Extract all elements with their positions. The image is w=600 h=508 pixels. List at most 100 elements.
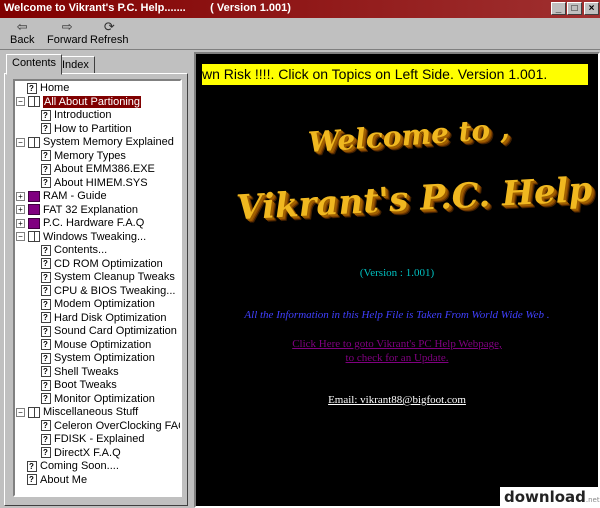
help-page-icon (41, 149, 51, 162)
tree-item[interactable]: Shell Tweaks (41, 365, 119, 379)
help-page-icon (41, 325, 51, 338)
tree-item-label: Windows Tweaking... (43, 230, 147, 243)
tree-item-label: Hard Disk Optimization (54, 311, 167, 324)
tree-item[interactable]: System Optimization (41, 352, 155, 365)
tree-item[interactable]: + FAT 32 Explanation (16, 204, 138, 217)
tree-item[interactable]: System Cleanup Tweaks (41, 271, 175, 284)
tree-item[interactable]: Celeron OverClocking FAQ (41, 419, 182, 433)
help-page-icon (41, 109, 51, 122)
expand-icon[interactable]: + (16, 205, 25, 215)
tree-item-label: P.C. Hardware F.A.Q (43, 217, 145, 229)
collapse-icon[interactable]: − (16, 137, 25, 147)
help-page-icon (41, 392, 51, 405)
refresh-button[interactable]: ⟳ Refresh (90, 19, 129, 47)
help-page-icon (41, 311, 51, 324)
tree-item-label: CPU & BIOS Tweaking... (54, 284, 176, 297)
tree-item[interactable]: Coming Soon.... (27, 460, 119, 473)
tree-item[interactable]: About EMM386.EXE (41, 163, 155, 176)
tree-item[interactable]: Hard Disk Optimization (41, 311, 167, 325)
contents-tree[interactable]: Home − All About PartioningIntroductionHow… (13, 79, 182, 497)
tree-item-label: All About Partioning (43, 95, 142, 108)
closed-book-icon (28, 190, 40, 202)
tree-item[interactable]: Boot Tweaks (41, 379, 117, 392)
tree-item[interactable]: About HIMEM.SYS (41, 176, 148, 190)
tree-item[interactable]: Modem Optimization (41, 298, 155, 311)
tree-item-label: Sound Card Optimization (54, 325, 177, 337)
tree-item[interactable]: Contents... (41, 244, 107, 257)
tab-index-label: Index (62, 59, 89, 71)
tab-contents[interactable]: Contents (6, 54, 63, 75)
tree-item-label: Memory Types (54, 149, 126, 162)
tree-item[interactable]: Home (27, 82, 69, 95)
tree-item-label: Shell Tweaks (54, 365, 119, 378)
collapse-icon[interactable]: − (16, 407, 25, 417)
tree-item-label: Modem Optimization (54, 298, 155, 310)
content-pane: wn Risk !!!!. Click on Topics on Left Si… (194, 52, 600, 508)
close-button[interactable]: × (584, 2, 599, 15)
help-page-icon (41, 419, 51, 432)
tree-item-label: Miscellaneous Stuff (43, 406, 139, 418)
tree-item[interactable]: FDISK - Explained (41, 433, 144, 446)
tree-item[interactable]: − Windows Tweaking... (16, 231, 146, 244)
help-page-icon (27, 460, 37, 473)
tree-item[interactable]: − System Memory Explained (16, 136, 174, 149)
back-label: Back (10, 34, 35, 46)
help-page-icon (27, 473, 37, 486)
help-page-icon (41, 122, 51, 135)
collapse-icon[interactable]: − (16, 232, 25, 242)
open-book-icon (28, 231, 40, 243)
tree-item[interactable]: Sound Card Optimization (41, 325, 177, 338)
app-name-heading: Vikrant's P.C. Help (235, 169, 594, 229)
tree-item-label: System Memory Explained (43, 136, 174, 148)
update-link[interactable]: to check for an Update. (196, 352, 598, 364)
help-page-icon (41, 379, 51, 392)
minimize-button[interactable]: _ (551, 2, 566, 15)
tree-item[interactable]: − All About Partioning (16, 95, 142, 109)
tree-item-label: Contents... (54, 244, 108, 256)
help-page-icon (41, 163, 51, 176)
help-page-icon (41, 257, 51, 270)
tree-item[interactable]: Memory Types (41, 149, 126, 163)
help-page-icon (41, 271, 51, 284)
tree-item-label: Home (40, 82, 70, 94)
tree-item[interactable]: + RAM - Guide (16, 190, 107, 203)
tree-item[interactable]: DirectX F.A.Q (41, 446, 121, 460)
webpage-link[interactable]: Click Here to goto Vikrant's PC Help Web… (196, 338, 598, 350)
tree-item-label: FDISK - Explained (54, 433, 145, 445)
tree-item[interactable]: CD ROM Optimization (41, 257, 163, 271)
tree-item[interactable]: Monitor Optimization (41, 392, 155, 406)
tree-item-label: DirectX F.A.Q (54, 446, 121, 459)
tree-item[interactable]: Mouse Optimization (41, 338, 151, 352)
collapse-icon[interactable]: − (16, 97, 25, 107)
toolbar: ⇦ Back ⇨ Forward ⟳ Refresh (0, 18, 600, 50)
help-page-icon (41, 352, 51, 365)
tree-item-label: FAT 32 Explanation (43, 203, 138, 216)
tree-item[interactable]: − Miscellaneous Stuff (16, 406, 138, 419)
closed-book-icon (28, 204, 40, 216)
email-link[interactable]: Email: vikrant88@bigfoot.com (196, 394, 598, 406)
help-page-icon (41, 433, 51, 446)
forward-label: Forward (47, 34, 88, 46)
navigation-pane: Contents Index Home − All About Partioning… (2, 52, 191, 508)
tree-item-label: Introduction (54, 109, 112, 121)
tree-item[interactable]: How to Partition (41, 122, 132, 136)
expand-icon[interactable]: + (16, 218, 25, 228)
back-button[interactable]: ⇦ Back (10, 20, 35, 47)
logo-text: download (504, 488, 586, 506)
forward-button[interactable]: ⇨ Forward (47, 20, 88, 47)
help-page-icon (41, 298, 51, 311)
download-logo: download.net.pl (500, 487, 600, 508)
help-page-icon (41, 338, 51, 351)
tree-item-label: RAM - Guide (43, 190, 107, 202)
expand-icon[interactable]: + (16, 191, 25, 201)
tree-item[interactable]: About Me (27, 473, 87, 487)
tree-item[interactable]: Introduction (41, 109, 111, 122)
tree-item[interactable]: CPU & BIOS Tweaking... (41, 284, 176, 298)
welcome-heading: Welcome to , (307, 112, 511, 159)
tree-item[interactable]: + P.C. Hardware F.A.Q (16, 217, 144, 230)
tree-item-label: Celeron OverClocking FAQ (54, 419, 182, 432)
scrolling-banner: wn Risk !!!!. Click on Topics on Left Si… (202, 64, 588, 85)
maximize-button[interactable]: □ (567, 2, 582, 15)
refresh-icon: ⟳ (103, 19, 115, 34)
tree-item-label: System Cleanup Tweaks (54, 271, 175, 283)
